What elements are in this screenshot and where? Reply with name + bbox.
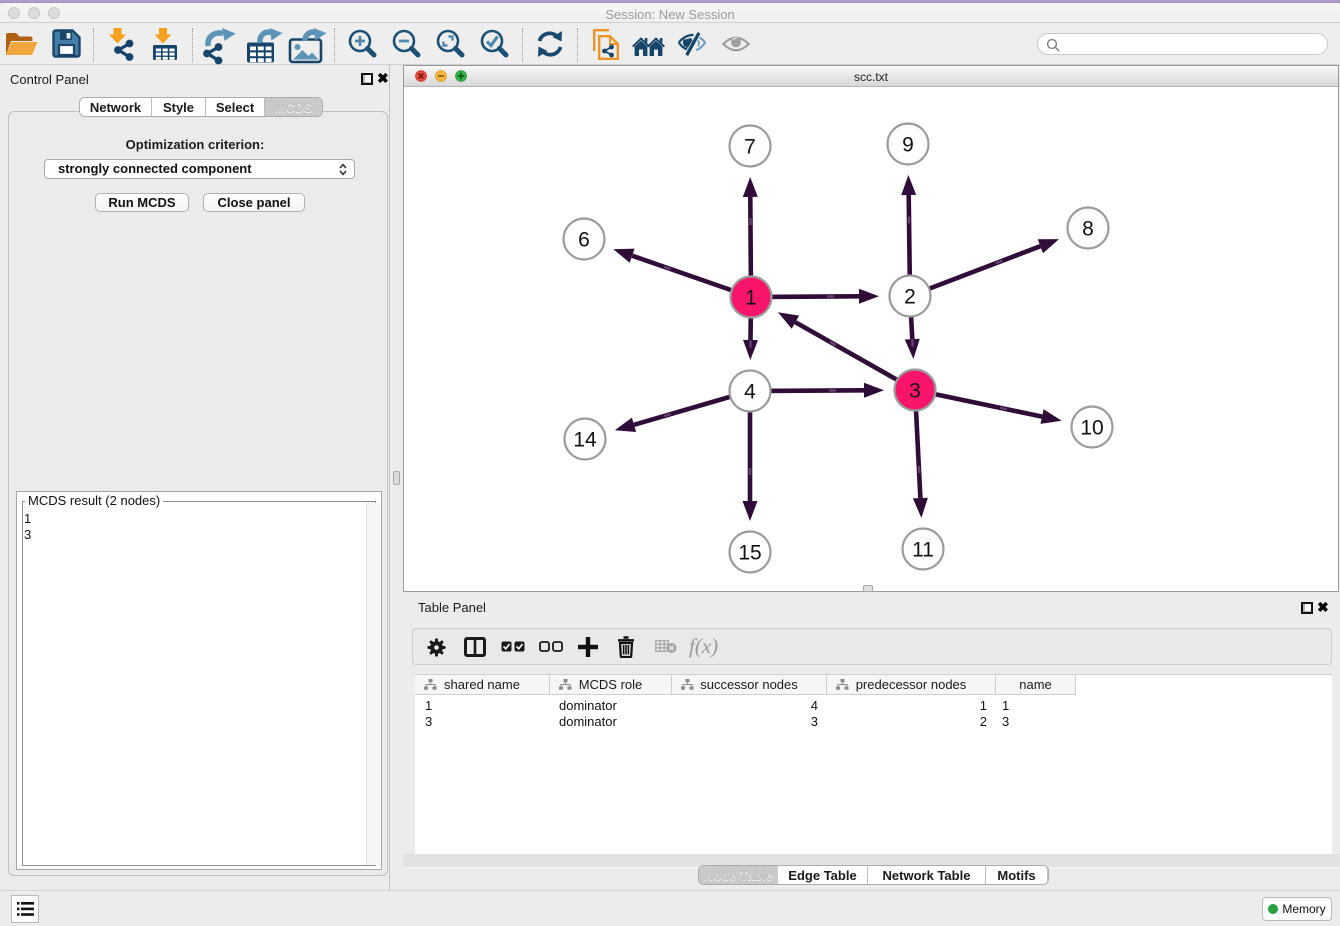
svg-text:7: 7	[744, 136, 756, 159]
svg-text:3: 3	[909, 380, 921, 403]
svg-text:8: 8	[1082, 218, 1094, 241]
svg-text:15: 15	[738, 542, 761, 565]
svg-text:2: 2	[904, 286, 916, 309]
svg-text:10: 10	[1080, 417, 1103, 440]
svg-text:14: 14	[573, 429, 597, 452]
svg-text:6: 6	[578, 229, 590, 252]
svg-text:1: 1	[745, 287, 757, 310]
svg-text:9: 9	[902, 134, 914, 157]
svg-text:4: 4	[744, 381, 756, 404]
svg-text:11: 11	[912, 539, 934, 562]
